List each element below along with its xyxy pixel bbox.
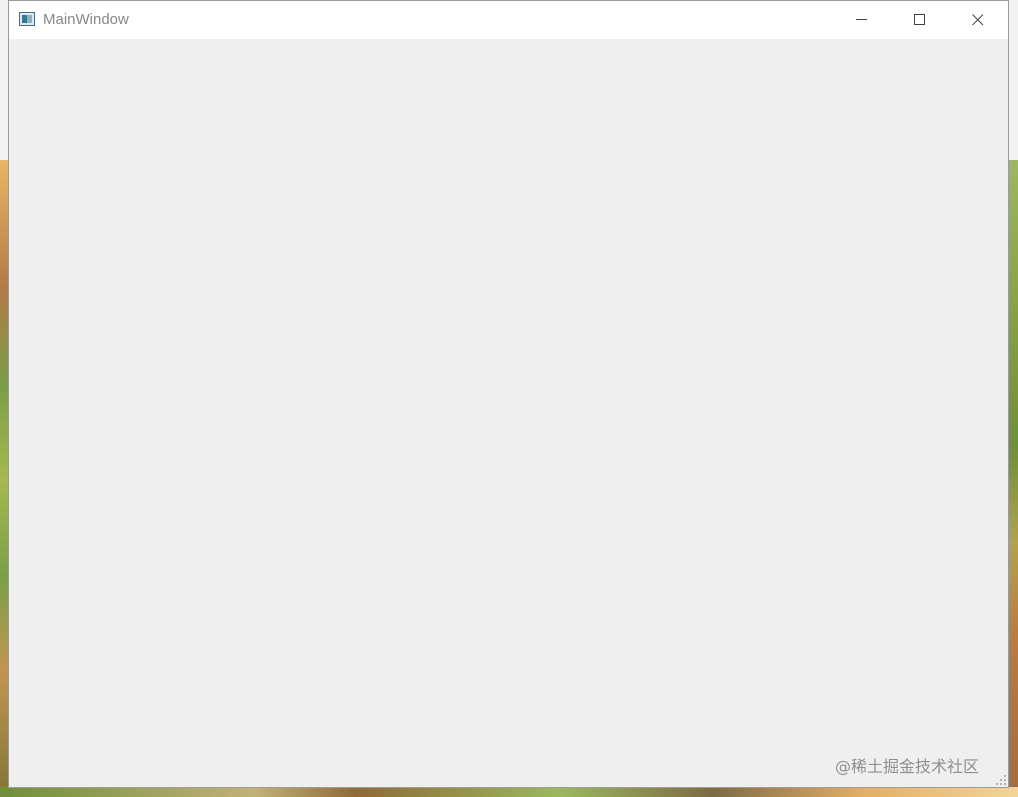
window-title: MainWindow [43,11,129,28]
window-client-area[interactable] [9,39,1008,787]
main-window: MainWindow [8,0,1009,788]
minimize-button[interactable] [839,1,885,39]
maximize-button[interactable] [897,1,943,39]
size-grip[interactable] [996,775,1006,785]
title-bar[interactable]: MainWindow [9,1,1008,39]
desktop-background: MainWindow @稀土掘金技术社区 [0,0,1018,797]
close-icon [972,14,984,26]
desktop-wallpaper-right [1008,160,1018,797]
close-button[interactable] [955,1,1001,39]
app-window-icon[interactable] [19,12,35,26]
maximize-icon [914,14,925,25]
desktop-wallpaper-bottom [0,787,1018,797]
watermark: @稀土掘金技术社区 [835,757,980,776]
minimize-icon [856,19,867,20]
